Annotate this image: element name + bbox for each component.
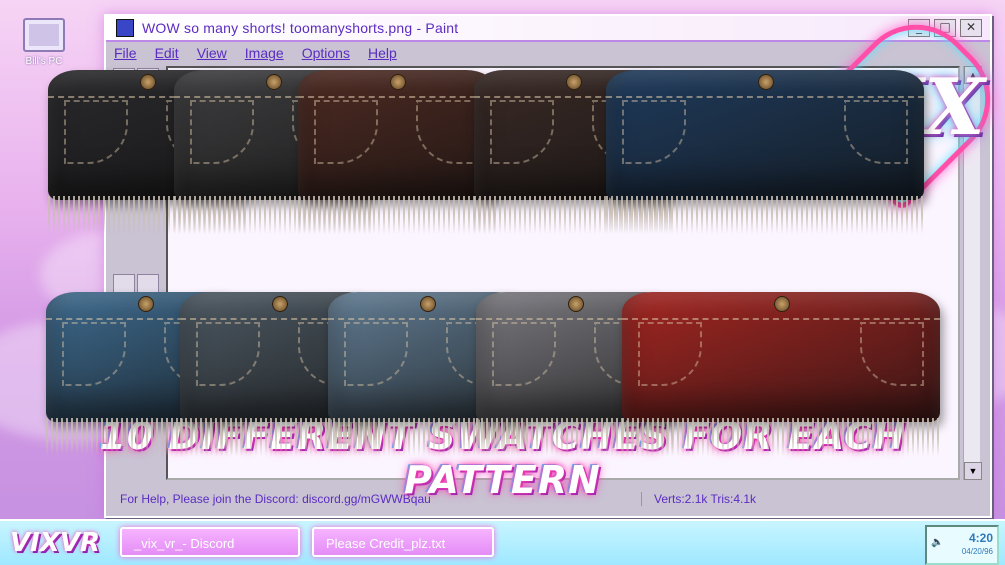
button-icon (566, 74, 582, 90)
shorts-swatch-navy (600, 60, 930, 250)
system-tray: 🔈 4:20 04/20/96 (925, 525, 999, 565)
clock-time: 4:20 (968, 531, 993, 545)
start-button[interactable]: VIXVR (6, 525, 110, 561)
button-icon (272, 296, 288, 312)
button-icon (420, 296, 436, 312)
taskbar: VIXVR _vix_vr_- Discord Please Credit_pl… (0, 519, 1005, 565)
taskbar-item-discord[interactable]: _vix_vr_- Discord (120, 527, 300, 557)
computer-icon (23, 18, 65, 52)
frayed-hem (606, 196, 924, 234)
tray-speaker-icon: 🔈 (931, 537, 944, 548)
window-title: WOW so many shorts! toomanyshorts.png - … (142, 20, 459, 36)
button-icon (266, 74, 282, 90)
shorts-swatch-red (616, 282, 946, 472)
menu-view[interactable]: View (197, 45, 227, 61)
clock-date: 04/20/96 (961, 547, 993, 556)
menu-file[interactable]: File (114, 45, 137, 61)
button-icon (758, 74, 774, 90)
menu-help[interactable]: Help (368, 45, 397, 61)
button-icon (568, 296, 584, 312)
paint-app-icon (116, 19, 134, 37)
button-icon (140, 74, 156, 90)
frayed-hem (622, 418, 940, 456)
taskbar-item-credit-txt[interactable]: Please Credit_plz.txt (312, 527, 494, 557)
button-icon (774, 296, 790, 312)
button-icon (138, 296, 154, 312)
menu-image[interactable]: Image (245, 45, 284, 61)
frayed-hem (298, 196, 496, 234)
menu-edit[interactable]: Edit (155, 45, 179, 61)
button-icon (390, 74, 406, 90)
menu-options[interactable]: Options (302, 45, 350, 61)
